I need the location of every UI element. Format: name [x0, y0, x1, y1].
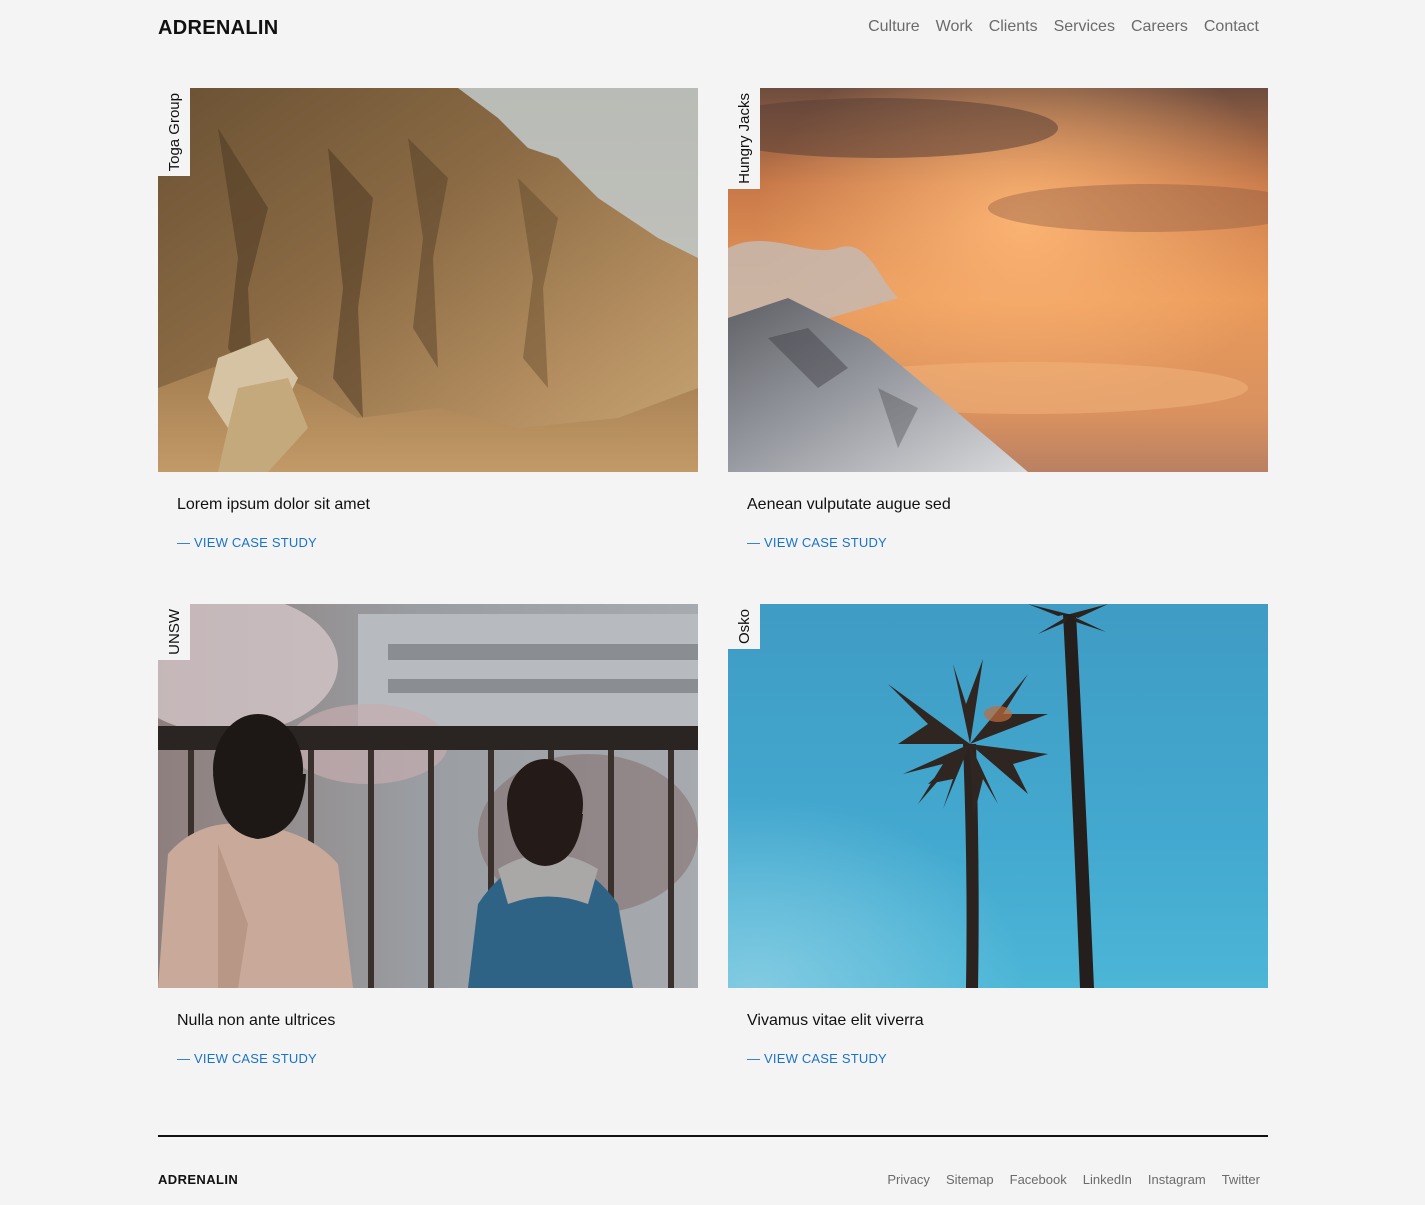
nav-item-careers[interactable]: Careers: [1131, 18, 1188, 36]
client-name: UNSW: [165, 609, 183, 655]
footer-link-facebook[interactable]: Facebook: [1010, 1172, 1067, 1187]
card-title: Lorem ipsum dolor sit amet: [177, 496, 370, 513]
footer-link-twitter[interactable]: Twitter: [1222, 1172, 1260, 1187]
footer-nav: Privacy Sitemap Facebook LinkedIn Instag…: [887, 1172, 1260, 1187]
client-name: Hungry Jacks: [735, 93, 753, 184]
client-name: Toga Group: [165, 93, 183, 172]
footer-link-instagram[interactable]: Instagram: [1148, 1172, 1206, 1187]
client-tag: Osko: [728, 604, 760, 650]
nav-item-work[interactable]: Work: [936, 18, 973, 36]
site-logo[interactable]: ADRENALIN: [158, 17, 278, 40]
card-title: Aenean vulputate augue sed: [747, 496, 951, 513]
case-study-card: Hungry Jacks Aenean vulputate augue sed …: [728, 88, 1268, 568]
footer-divider: [158, 1135, 1268, 1137]
view-case-study-link[interactable]: — VIEW CASE STUDY: [177, 1051, 317, 1066]
nav-item-clients[interactable]: Clients: [989, 18, 1038, 36]
sandstone-cliff-photo[interactable]: [158, 88, 698, 472]
footer-link-linkedin[interactable]: LinkedIn: [1083, 1172, 1132, 1187]
palm-trees-blue-sky-photo[interactable]: [728, 604, 1268, 988]
two-people-at-railing-photo[interactable]: [158, 604, 698, 988]
case-study-card: Osko Vivamus vitae elit viverra — VIEW C…: [728, 604, 1268, 1084]
nav-item-services[interactable]: Services: [1054, 18, 1115, 36]
view-case-study-link[interactable]: — VIEW CASE STUDY: [747, 1051, 887, 1066]
client-tag: Toga Group: [158, 88, 190, 177]
nav-item-culture[interactable]: Culture: [868, 18, 920, 36]
nav-item-contact[interactable]: Contact: [1204, 18, 1259, 36]
client-tag: UNSW: [158, 604, 190, 660]
site-header: ADRENALIN Culture Work Clients Services …: [158, 0, 1268, 56]
card-title: Nulla non ante ultrices: [177, 1012, 336, 1029]
footer-link-privacy[interactable]: Privacy: [887, 1172, 930, 1187]
client-tag: Hungry Jacks: [728, 88, 760, 189]
view-case-study-link[interactable]: — VIEW CASE STUDY: [747, 535, 887, 550]
mountain-sunset-clouds-photo[interactable]: [728, 88, 1268, 472]
client-name: Osko: [735, 609, 753, 645]
footer-link-sitemap[interactable]: Sitemap: [946, 1172, 994, 1187]
view-case-study-link[interactable]: — VIEW CASE STUDY: [177, 535, 317, 550]
case-study-card: UNSW Nulla non ante ultrices — VIEW CASE…: [158, 604, 698, 1084]
case-study-card: Toga Group Lorem ipsum dolor sit amet — …: [158, 88, 698, 568]
card-title: Vivamus vitae elit viverra: [747, 1012, 924, 1029]
footer-logo[interactable]: ADRENALIN: [158, 1172, 238, 1187]
main-nav: Culture Work Clients Services Careers Co…: [868, 18, 1259, 36]
